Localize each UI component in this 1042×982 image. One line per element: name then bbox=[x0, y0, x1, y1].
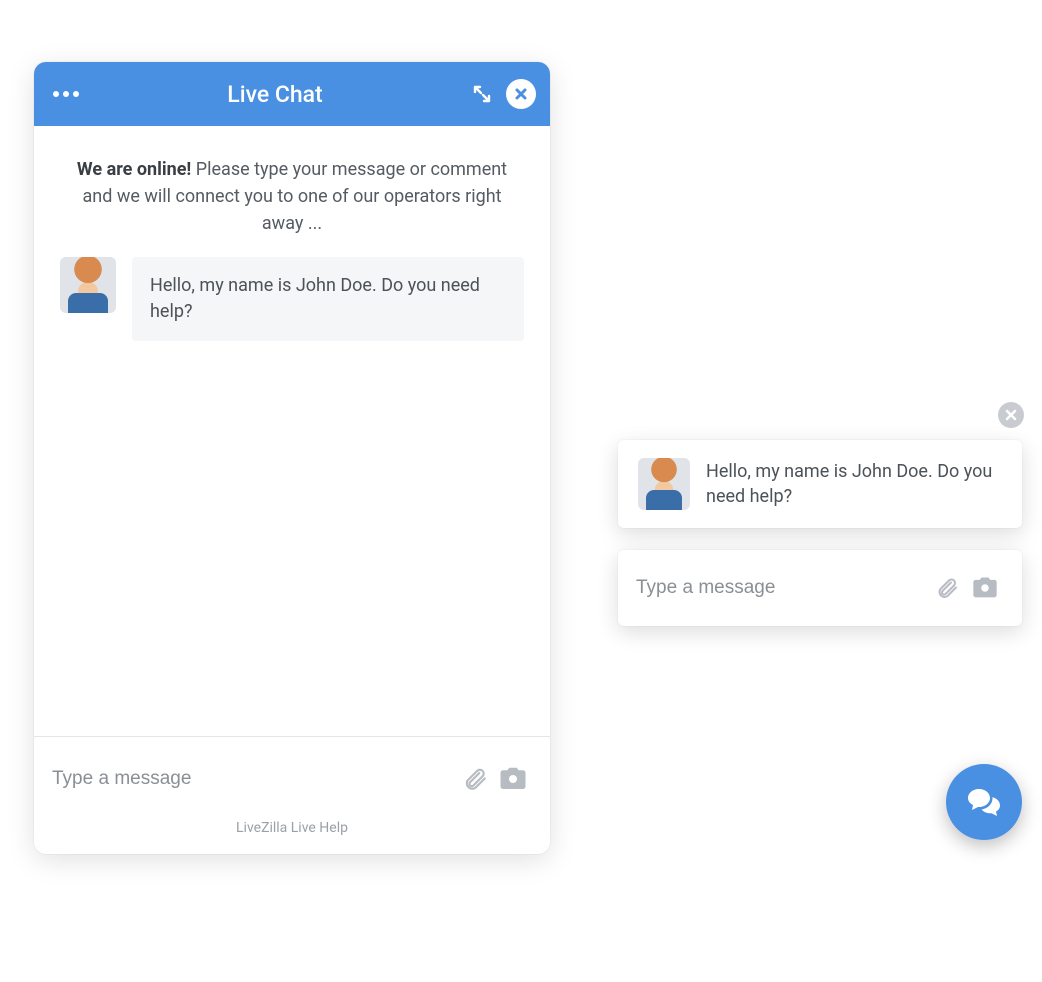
operator-avatar bbox=[60, 257, 116, 313]
mini-input-card bbox=[618, 550, 1022, 626]
mini-attach-button[interactable] bbox=[928, 569, 966, 607]
paperclip-icon bbox=[935, 576, 959, 600]
mini-message-text: Hello, my name is John Doe. Do you need … bbox=[706, 459, 1002, 509]
chat-window: Live Chat We are online! Please type you… bbox=[34, 62, 550, 854]
operator-avatar bbox=[638, 458, 690, 510]
menu-button[interactable] bbox=[48, 76, 84, 112]
welcome-bold: We are online! bbox=[77, 159, 191, 180]
attach-button[interactable] bbox=[456, 760, 494, 798]
chat-bubbles-icon bbox=[964, 782, 1004, 822]
mini-camera-button[interactable] bbox=[966, 569, 1004, 607]
operator-message-row: Hello, my name is John Doe. Do you need … bbox=[34, 257, 550, 341]
header-actions bbox=[466, 78, 536, 110]
welcome-text: We are online! Please type your message … bbox=[34, 126, 550, 257]
chat-fab[interactable] bbox=[946, 764, 1022, 840]
close-icon bbox=[1004, 408, 1018, 422]
paperclip-icon bbox=[462, 766, 488, 792]
close-icon bbox=[513, 86, 529, 102]
mini-message-card[interactable]: Hello, my name is John Doe. Do you need … bbox=[618, 440, 1022, 528]
more-icon bbox=[53, 91, 79, 97]
chat-body bbox=[34, 341, 550, 736]
mini-close-button[interactable] bbox=[998, 402, 1024, 428]
message-input[interactable] bbox=[52, 768, 456, 790]
expand-button[interactable] bbox=[466, 78, 498, 110]
camera-icon bbox=[971, 574, 999, 602]
footer-brand[interactable]: LiveZilla Live Help bbox=[34, 820, 550, 854]
chat-title: Live Chat bbox=[84, 81, 466, 108]
message-input-bar bbox=[34, 736, 550, 820]
expand-icon bbox=[472, 84, 492, 104]
message-bubble: Hello, my name is John Doe. Do you need … bbox=[132, 257, 524, 341]
camera-button[interactable] bbox=[494, 760, 532, 798]
mini-message-input[interactable] bbox=[636, 577, 928, 599]
close-button[interactable] bbox=[506, 79, 536, 109]
mini-chat-popup: Hello, my name is John Doe. Do you need … bbox=[618, 412, 1022, 626]
chat-header: Live Chat bbox=[34, 62, 550, 126]
camera-icon bbox=[498, 764, 528, 794]
